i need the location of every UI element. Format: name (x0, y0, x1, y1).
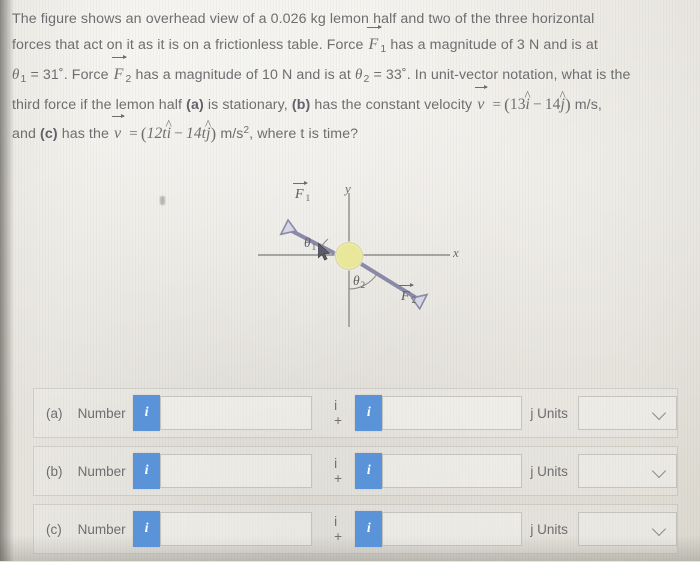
answer-rows-container: (a) Number i i + i j Units (b) Number i … (33, 388, 678, 562)
info-icon-c-i[interactable]: i (133, 511, 161, 547)
statement-line-5b-text: has the (61, 126, 109, 142)
theta2-subscript: 2 (363, 73, 370, 85)
force-diagram-figure: F1 F2 θ1 θ2 x y (240, 180, 480, 335)
vel-c-minus: − (174, 125, 183, 142)
statement-line-3b-text: has a magnitude of 10 N and is at (135, 67, 351, 83)
statement-line-5a-text: and (12, 126, 36, 142)
answer-c-i-input[interactable] (160, 512, 313, 546)
part-b-tag: (b) (291, 97, 311, 113)
part-a-tag: (a) (186, 97, 204, 113)
answer-row-a-units-label: j Units (530, 405, 568, 421)
answer-row-c-number-label: Number (77, 521, 126, 537)
answer-row-b-number-label: Number (77, 463, 126, 479)
statement-line-5c-text: , where t is time? (249, 126, 359, 142)
equals-sign-c: = (129, 126, 138, 142)
force1-vector-symbol: F (366, 24, 383, 58)
answer-row-c-tag: (c) (46, 521, 62, 537)
i-hat-b: i (526, 92, 530, 118)
vel-c-j-coeff: 14t (185, 125, 207, 142)
statement-line-4: third force if the lemon half (a) is sta… (12, 84, 688, 118)
answer-row-b: (b) Number i i + i j Units (33, 446, 678, 496)
answer-c-units-select[interactable] (577, 512, 677, 546)
chevron-down-icon (651, 521, 667, 537)
answer-b-j-input[interactable] (382, 454, 523, 488)
answer-a-j-input[interactable] (382, 396, 523, 430)
answer-a-i-input[interactable] (160, 396, 313, 430)
statement-line-1-text: The figure shows an overhead view of a 0… (12, 11, 595, 27)
force1-subscript: 1 (380, 43, 387, 55)
force2-vector-symbol: F (111, 54, 128, 88)
vel-b-minus: − (532, 96, 542, 113)
answer-a-units-select[interactable] (577, 396, 677, 430)
theta1-figure-label: θ1 (304, 235, 317, 252)
info-icon-a-i[interactable]: i (133, 395, 161, 431)
answer-b-units-select[interactable] (577, 454, 677, 488)
theta2-figure-label: θ2 (353, 273, 366, 290)
statement-line-4b-text: is stationary, (207, 97, 288, 113)
statement-line-3: θ1 = 31˚. Force F2 has a magnitude of 10… (12, 54, 688, 92)
vel-b-j-coeff: 14 (544, 96, 561, 113)
statement-line-2a-text: forces that act on it as it is on a fric… (12, 37, 364, 53)
force2-subscript: 2 (125, 73, 132, 85)
problem-statement: The figure shows an overhead view of a 0… (12, 6, 688, 147)
y-axis-label: y (345, 181, 351, 196)
force2-label: F2 (399, 282, 417, 305)
answer-c-j-input[interactable] (382, 512, 523, 546)
answer-row-b-tag: (b) (46, 463, 63, 479)
vel-b-i-coeff: 13 (509, 96, 526, 113)
statement-line-1: The figure shows an overhead view of a 0… (12, 6, 688, 32)
vel-c-units: m/s (220, 126, 244, 142)
info-icon-c-j[interactable]: i (355, 511, 383, 547)
answer-row-c-operator: i + (334, 514, 342, 544)
force1-label: F1 (293, 180, 311, 203)
part-c-tag: (c) (40, 126, 58, 142)
statement-line-3a-text: Force (71, 67, 109, 83)
velocity-vector-symbol-b: v (475, 84, 489, 118)
answer-row-a: (a) Number i i + i j Units (33, 388, 678, 438)
j-hat-b: j (561, 92, 565, 118)
paren-close-c: ) (210, 124, 217, 143)
force1-arrow-head (279, 218, 298, 236)
info-icon-b-i[interactable]: i (133, 453, 161, 489)
statement-line-2b-text: has a magnitude of 3 N and is at (390, 37, 598, 53)
chevron-down-icon (651, 463, 667, 479)
answer-row-b-units-label: j Units (530, 463, 568, 479)
theta1-subscript: 1 (20, 73, 27, 85)
paren-close-b: ) (564, 95, 571, 114)
info-icon-b-j[interactable]: i (355, 453, 383, 489)
statement-line-3c-text: In unit-vector notation, what is the (414, 67, 631, 83)
theta1-value: = 31˚. (30, 67, 68, 83)
statement-line-5: and (c) has the v =(12ti−14tj) m/s2, whe… (12, 113, 688, 147)
equals-sign-b: = (492, 97, 502, 113)
answer-row-a-tag: (a) (46, 405, 63, 421)
answer-row-c: (c) Number i i + i j Units (33, 504, 678, 554)
chevron-down-icon (651, 405, 667, 421)
velocity-vector-symbol-c: v (111, 113, 126, 147)
x-axis-label: x (453, 245, 459, 260)
page-smudge-artifact (160, 196, 165, 205)
answer-row-a-operator: i + (334, 398, 342, 428)
answer-b-i-input[interactable] (160, 454, 313, 488)
i-hat-c: i (167, 121, 171, 147)
theta2-value: = 33˚. (373, 67, 411, 83)
answer-row-b-operator: i + (334, 456, 342, 486)
info-icon-a-j[interactable]: i (355, 395, 383, 431)
statement-line-4c-text: has the constant velocity (314, 97, 473, 113)
vel-c-i-coeff: 12t (146, 125, 167, 142)
statement-line-4a-text: third force if the lemon half (12, 97, 183, 113)
vel-b-units: m/s, (574, 97, 602, 113)
answer-row-c-units-label: j Units (530, 521, 568, 537)
j-hat-c: j (206, 121, 210, 147)
answer-row-a-number-label: Number (77, 405, 126, 421)
